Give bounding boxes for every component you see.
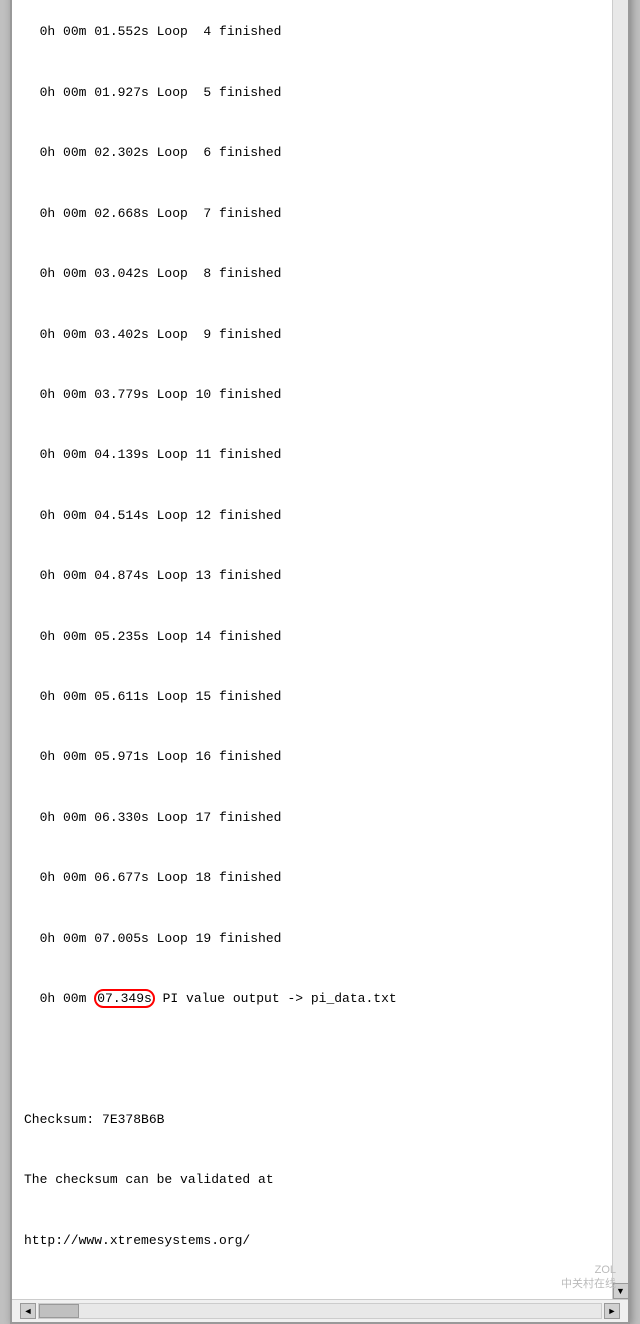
log-entry-10: 0h 00m 03.779s Loop 10 finished — [24, 385, 600, 405]
log-entry-8: 0h 00m 03.042s Loop 8 finished — [24, 264, 600, 284]
log-entry-15: 0h 00m 05.611s Loop 15 finished — [24, 687, 600, 707]
log-entry-18: 0h 00m 06.677s Loop 18 finished — [24, 868, 600, 888]
scroll-down-icon: ▼ — [616, 1286, 625, 1296]
log-entry-12: 0h 00m 04.514s Loop 12 finished — [24, 506, 600, 526]
scroll-thumb-h[interactable] — [39, 1304, 79, 1318]
vertical-scrollbar: ▲ ▼ — [612, 0, 628, 1299]
log-output: 1M Calculation Start. 19 iterations. Rea… — [12, 0, 612, 1299]
log-validate: The checksum can be validated at — [24, 1170, 600, 1190]
log-entry-6: 0h 00m 02.302s Loop 6 finished — [24, 143, 600, 163]
watermark: ZOL 中关村在线 — [561, 1263, 616, 1292]
scroll-left-icon: ◄ — [24, 1306, 33, 1316]
log-entry-13: 0h 00m 04.874s Loop 13 finished — [24, 566, 600, 586]
scroll-right-button[interactable]: ► — [604, 1303, 620, 1319]
main-window: π Super PI / mod1.5 XS — □ ✕ Calculate(C… — [10, 0, 630, 1324]
log-blank — [24, 1050, 600, 1070]
scroll-track[interactable] — [613, 0, 628, 1283]
log-url: http://www.xtremesystems.org/ — [24, 1231, 600, 1251]
bottom-bar: ◄ ► — [12, 1299, 628, 1322]
scroll-left-button[interactable]: ◄ — [20, 1303, 36, 1319]
log-checksum: Checksum: 7E378B6B — [24, 1110, 600, 1130]
log-entry-14: 0h 00m 05.235s Loop 14 finished — [24, 627, 600, 647]
log-entry-19: 0h 00m 07.005s Loop 19 finished — [24, 929, 600, 949]
horizontal-scrollbar: ◄ ► — [20, 1303, 620, 1319]
log-entry-20: 0h 00m 07.349s PI value output -> pi_dat… — [24, 989, 600, 1009]
log-entry-7: 0h 00m 02.668s Loop 7 finished — [24, 204, 600, 224]
time-highlight: 07.349s — [94, 989, 155, 1008]
scroll-track-h[interactable] — [38, 1303, 602, 1319]
log-entry-5: 0h 00m 01.927s Loop 5 finished — [24, 83, 600, 103]
scroll-right-icon: ► — [608, 1306, 617, 1316]
log-entry-11: 0h 00m 04.139s Loop 11 finished — [24, 445, 600, 465]
log-entry-17: 0h 00m 06.330s Loop 17 finished — [24, 808, 600, 828]
content-area: 1M Calculation Start. 19 iterations. Rea… — [12, 0, 628, 1299]
log-entry-9: 0h 00m 03.402s Loop 9 finished — [24, 325, 600, 345]
log-entry-4: 0h 00m 01.552s Loop 4 finished — [24, 22, 600, 42]
